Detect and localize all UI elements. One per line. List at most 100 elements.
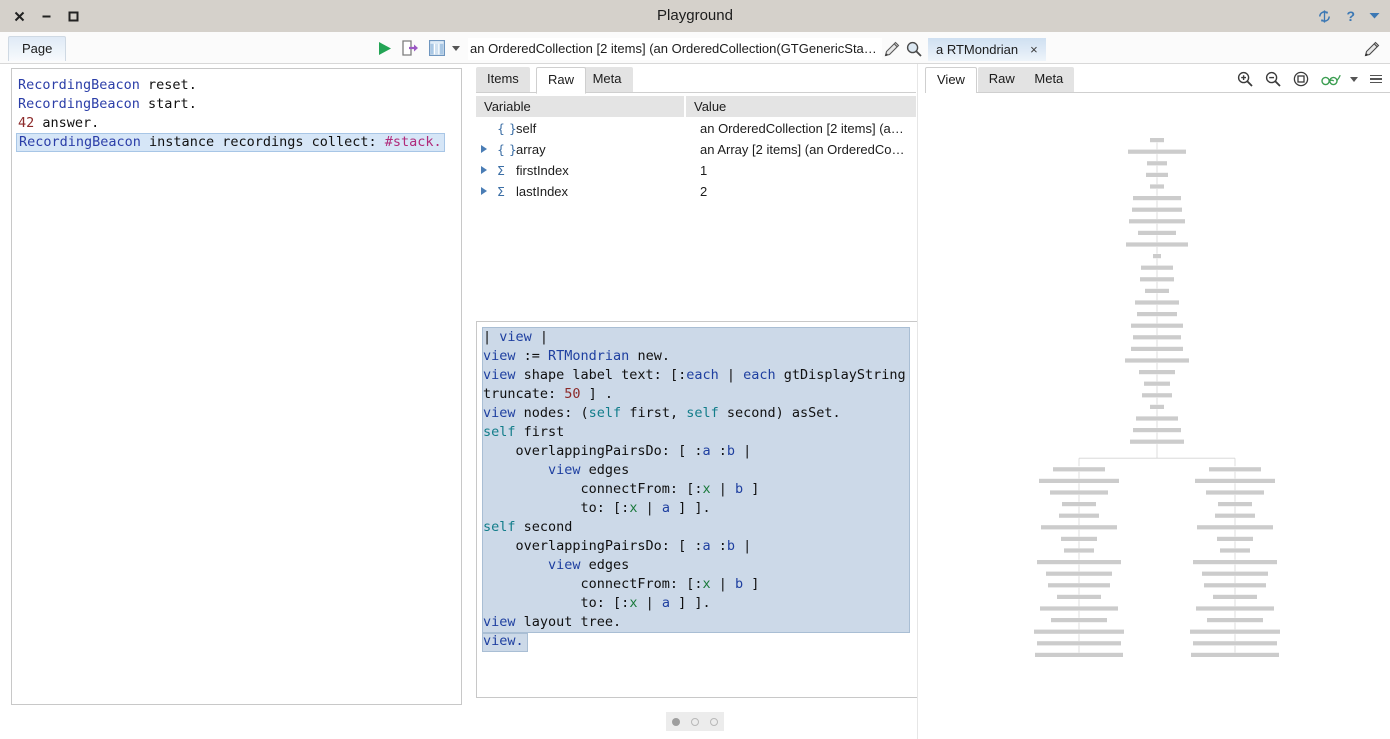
tree-node[interactable] [1040,606,1118,611]
snippet-line[interactable]: view. [483,632,917,651]
tree-node[interactable] [1062,502,1096,507]
tree-node[interactable] [1217,536,1253,541]
snippet-editor[interactable]: | view | view := RTMondrian new. view shap… [476,321,918,698]
tree-node[interactable] [1139,370,1175,375]
pagination-dot[interactable] [671,717,680,726]
tree-node[interactable] [1195,478,1275,483]
tree-node[interactable] [1048,583,1110,588]
tree-node[interactable] [1131,346,1183,351]
tree-node[interactable] [1053,467,1105,472]
tree-node[interactable] [1204,583,1266,588]
table-row[interactable]: { } array an Array [2 items] (an OrderedCo… [476,139,916,160]
tree-node[interactable] [1128,149,1186,154]
sync-icon[interactable] [1317,9,1332,24]
snippet-line[interactable]: view edges [483,556,917,575]
run-icon[interactable] [378,41,392,56]
export-icon[interactable] [402,40,419,56]
editor-source[interactable]: RecordingBeacon reset. RecordingBeacon st… [12,69,461,152]
fit-icon[interactable] [1293,71,1309,87]
browse-icon[interactable] [429,40,445,56]
glasses-icon[interactable] [1321,73,1341,86]
tab-items[interactable]: Items [476,67,530,92]
expand-arrow-icon[interactable] [481,166,487,174]
tree-node[interactable] [1196,606,1274,611]
tree-node[interactable] [1133,196,1181,201]
tree-node[interactable] [1035,652,1123,657]
tree-node[interactable] [1037,641,1121,646]
tree-node[interactable] [1136,416,1178,421]
snippet-line[interactable]: view shape label text: [:each | each gtD… [483,366,917,385]
chevron-down-icon[interactable] [452,45,460,51]
table-row[interactable]: { } self an OrderedCollection [2 items] (a… [476,118,916,139]
tree-node[interactable] [1150,138,1164,143]
pencil-icon[interactable] [1364,41,1380,60]
snippet-line[interactable]: view := RTMondrian new. [483,347,917,366]
tab-meta[interactable]: Meta [1023,67,1075,92]
chevron-down-icon[interactable] [1350,76,1358,82]
tab-raw[interactable]: Raw [536,67,587,94]
snippet-line[interactable]: view nodes: (self first, self second) as… [483,404,917,423]
zoom-out-icon[interactable] [1265,71,1281,87]
tree-node[interactable] [1125,358,1189,363]
editor-line[interactable]: RecordingBeacon start. [18,95,461,114]
snippet-source[interactable]: | view | view := RTMondrian new. view shap… [477,322,917,651]
tree-node[interactable] [1041,525,1117,530]
snippet-line[interactable]: view layout tree. [483,613,917,632]
snippet-line[interactable]: overlappingPairsDo: [ :a :b | [483,537,917,556]
visualization-canvas[interactable] [925,93,1390,739]
pagination-dot[interactable] [710,717,719,726]
snippet-line[interactable]: connectFrom: [:x | b ] [483,575,917,594]
expand-arrow-icon[interactable] [481,187,487,195]
tree-node[interactable] [1193,560,1277,565]
playground-editor[interactable]: RecordingBeacon reset. RecordingBeacon st… [11,68,462,705]
tree-node[interactable] [1150,404,1164,409]
editor-line[interactable]: 42 answer. [18,114,461,133]
snippet-line[interactable]: to: [:x | a ] ]. [483,499,917,518]
tree-node[interactable] [1137,312,1177,317]
tab-meta[interactable]: Meta [581,67,633,92]
tree-node[interactable] [1209,467,1261,472]
tree-node[interactable] [1037,560,1121,565]
menu-icon[interactable] [1370,74,1382,84]
editor-line[interactable]: RecordingBeacon reset. [18,76,461,95]
zoom-in-icon[interactable] [1237,71,1253,87]
tree-node[interactable] [1046,571,1112,576]
tab-raw[interactable]: Raw [977,67,1026,92]
pencil-icon[interactable] [884,41,900,60]
tree-node[interactable] [1039,478,1119,483]
tree-node[interactable] [1142,393,1172,398]
tree-node[interactable] [1144,381,1170,386]
tree-node[interactable] [1207,618,1263,623]
tree-node[interactable] [1202,571,1268,576]
tree-node[interactable] [1150,184,1164,189]
tree-node[interactable] [1034,629,1124,634]
tree-node[interactable] [1213,594,1257,599]
tree-node[interactable] [1131,323,1183,328]
table-row[interactable]: ΣfirstIndex 1 [476,160,916,181]
tree-node[interactable] [1141,265,1173,270]
tree-node[interactable] [1126,242,1188,247]
tree-node[interactable] [1061,536,1097,541]
chevron-down-icon[interactable] [1369,12,1380,20]
tree-node[interactable] [1059,513,1099,518]
tree-node[interactable] [1220,548,1250,553]
editor-line[interactable]: RecordingBeacon instance recordings coll… [16,133,461,152]
tree-node[interactable] [1135,300,1179,305]
snippet-line[interactable]: overlappingPairsDo: [ :a :b | [483,442,917,461]
pagination-dot[interactable] [690,717,699,726]
tree-node[interactable] [1197,525,1273,530]
tree-node[interactable] [1147,161,1167,166]
tree-node[interactable] [1145,288,1169,293]
snippet-line[interactable]: | view | [483,328,917,347]
tree-node[interactable] [1138,230,1176,235]
snippet-line[interactable]: truncate: 50 ] . [483,385,917,404]
snippet-line[interactable]: self first [483,423,917,442]
help-icon[interactable]: ? [1346,9,1355,23]
address-field[interactable]: an OrderedCollection [2 items] (an Order… [468,38,882,60]
tree-node[interactable] [1191,652,1279,657]
table-row[interactable]: ΣlastIndex 2 [476,181,916,202]
snippet-line[interactable]: to: [:x | a ] ]. [483,594,917,613]
tree-node[interactable] [1190,629,1280,634]
pagination-dots[interactable] [666,712,724,731]
tree-node[interactable] [1140,277,1174,282]
